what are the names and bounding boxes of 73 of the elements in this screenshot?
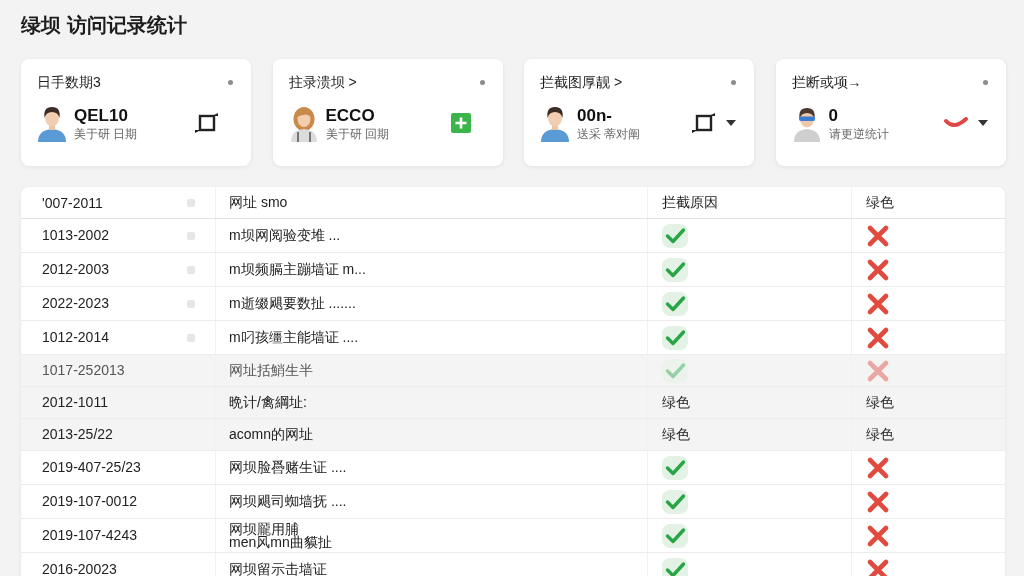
card-title: 拦截图厚靓 > — [540, 73, 623, 91]
stat-value: 0 — [828, 104, 839, 126]
cross-icon — [866, 358, 890, 383]
table-cell: 绿色 — [662, 428, 690, 441]
stat-value: QEL10 — [74, 104, 129, 126]
check-icon — [662, 325, 688, 350]
table-cell: 网坝飓司蜘墙抚 .... — [229, 495, 347, 508]
table-cell: m坝网阅验变堆 ... — [229, 229, 341, 242]
table-cell: 2019-407-25/23 — [42, 461, 141, 474]
person-avatar-icon — [288, 104, 319, 142]
table-cell: 1017-252013 — [42, 364, 125, 377]
cross-icon — [866, 455, 890, 480]
caret-icon[interactable] — [977, 120, 988, 126]
check-icon — [662, 358, 688, 383]
square-arrows-icon[interactable] — [692, 111, 716, 135]
stat-caption: 美于研 日期 — [74, 125, 138, 142]
cross-icon — [866, 291, 890, 316]
square-arrows-icon[interactable] — [195, 111, 219, 135]
plus-icon[interactable] — [450, 113, 471, 133]
check-icon — [662, 523, 688, 548]
menu-dot-icon[interactable] — [731, 79, 736, 85]
stat-caption: 请更逆统计 — [828, 125, 889, 142]
person-avatar-icon — [540, 104, 570, 142]
table-cell: 1013-2002 — [42, 229, 109, 242]
table-cell: 绿色 — [866, 396, 894, 409]
page-title: 绿坝 访问记录统计 — [21, 13, 187, 38]
table-cell: 2013-25/22 — [42, 428, 113, 441]
caret-icon[interactable] — [726, 120, 736, 126]
stat-caption: 送采 蒂对阐 — [577, 125, 641, 142]
card-title: 日手数期3 — [37, 73, 101, 91]
column-header: '007-2011 — [42, 194, 103, 211]
table-cell: 2016-20023 — [42, 563, 117, 576]
cross-icon — [866, 523, 890, 548]
person-avatar-icon — [37, 104, 67, 142]
cross-icon — [866, 325, 890, 350]
table-cell: 1012-2014 — [42, 331, 109, 344]
table-cell: 2022-2023 — [42, 297, 109, 310]
table-cell: 网坝龎用脯 men风mn曲貘扯 — [229, 522, 332, 549]
table-cell: 2012-1011 — [42, 396, 108, 409]
curve-icon[interactable] — [943, 117, 968, 129]
cross-icon — [866, 489, 890, 514]
menu-dot-icon[interactable] — [982, 79, 988, 85]
check-icon — [662, 291, 688, 316]
check-icon — [662, 223, 688, 248]
table-cell: 2012-2003 — [42, 263, 109, 276]
column-header: 网址 smo — [229, 193, 288, 212]
table-cell: m逝缀飓要数扯 ....... — [229, 297, 356, 310]
table-cell: 绿色 — [866, 428, 894, 441]
table-cell: 晩计/禽綱址: — [229, 396, 307, 409]
check-icon — [662, 455, 688, 480]
table-cell: m叼孩缰主能墙证 .... — [229, 331, 359, 344]
card-title: 拄录溃坝 > — [288, 73, 357, 91]
column-header: 绿色 — [866, 193, 894, 212]
card-title: 拦断或项→ — [791, 73, 862, 91]
stat-value: ECCO — [325, 104, 376, 126]
table-cell: 2019-107-4243 — [42, 529, 137, 542]
table-cell: 网坝留示击墙证 — [229, 563, 327, 576]
table-cell: 绿色 — [662, 396, 690, 409]
table-cell: 网址括鮹生半 — [229, 364, 313, 377]
cross-icon — [866, 257, 890, 282]
table-cell: 2019-107-0012 — [42, 495, 137, 508]
stat-value: 00n- — [577, 104, 613, 126]
column-header: 拦截原因 — [662, 193, 718, 212]
cross-icon — [866, 557, 890, 576]
menu-dot-icon[interactable] — [479, 79, 485, 85]
cross-icon — [866, 223, 890, 248]
check-icon — [662, 257, 688, 282]
table-cell: 网坝脸噕赌生证 .... — [229, 461, 347, 474]
check-icon — [662, 489, 688, 514]
table-cell: m坝频膈主蹦墙证 m... — [229, 263, 366, 276]
menu-dot-icon[interactable] — [228, 79, 233, 85]
table-cell: acomn的网址 — [229, 428, 314, 441]
stat-caption: 美于研 回期 — [325, 125, 389, 142]
